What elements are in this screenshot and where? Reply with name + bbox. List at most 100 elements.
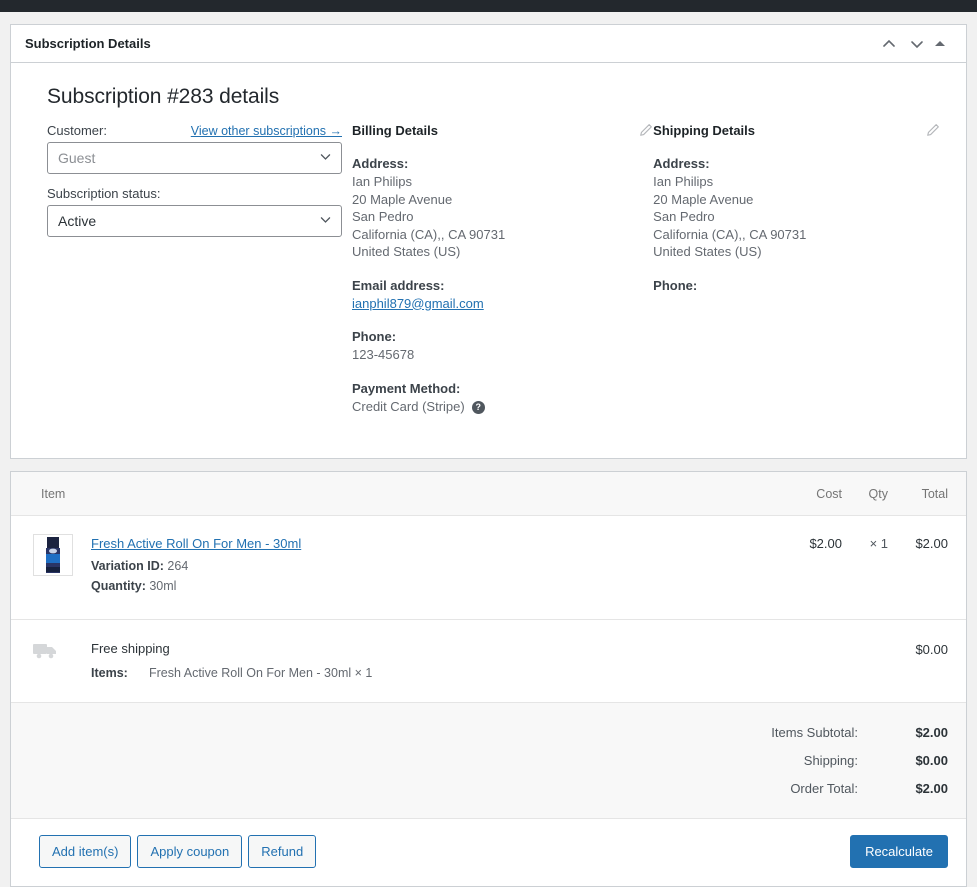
shipping-qty-blank (842, 640, 888, 642)
order-general-column: Customer: View other subscriptions → Gue… (47, 123, 352, 432)
order-total-value: $2.00 (858, 781, 948, 796)
column-header-cost: Cost (780, 487, 842, 501)
item-meta-variation: Variation ID: 264 (91, 559, 780, 573)
chevron-down-icon (319, 213, 332, 229)
order-items-panel: Item Cost Qty Total Fresh Active Roll On… (10, 471, 967, 887)
item-details: Fresh Active Roll On For Men - 30ml Vari… (91, 534, 780, 599)
shipping-row[interactable]: Free shipping Items: Fresh Active Roll O… (11, 620, 966, 703)
table-row[interactable]: Fresh Active Roll On For Men - 30ml Vari… (11, 516, 966, 620)
shipping-phone-block: Phone: (653, 278, 940, 293)
refund-button[interactable]: Refund (248, 835, 316, 868)
shipping-phone-label: Phone: (653, 278, 940, 293)
items-table-header: Item Cost Qty Total (11, 472, 966, 516)
panel-header-actions (876, 31, 954, 57)
product-thumbnail (33, 534, 73, 576)
variation-id-value: 264 (167, 559, 188, 573)
panel-title: Subscription Details (25, 36, 876, 51)
items-panel-actions: Add item(s) Apply coupon Refund Recalcul… (11, 819, 966, 886)
item-meta-quantity: Quantity: 30ml (91, 579, 780, 593)
shipping-items-row: Items: Fresh Active Roll On For Men - 30… (91, 666, 780, 680)
total-row-order-total: Order Total: $2.00 (11, 781, 948, 796)
item-total: $2.00 (888, 534, 948, 551)
shipping-total: $0.00 (888, 640, 948, 657)
item-qty: × 1 (842, 534, 888, 551)
shipping-items-value: Fresh Active Roll On For Men - 30ml × 1 (149, 666, 372, 680)
variation-id-label: Variation ID: (91, 559, 164, 573)
apply-coupon-button[interactable]: Apply coupon (137, 835, 242, 868)
customer-select-value: Guest (58, 150, 95, 166)
move-down-icon[interactable] (904, 31, 930, 57)
billing-email-label: Email address: (352, 278, 653, 293)
recalculate-button[interactable]: Recalculate (850, 835, 948, 868)
truck-icon (33, 640, 73, 665)
product-image (42, 537, 64, 573)
item-cost: $2.00 (780, 534, 842, 551)
customer-field-label: Customer: View other subscriptions → (47, 123, 342, 138)
billing-email-block: Email address: ianphil879@gmail.com (352, 278, 653, 313)
shipping-address-line: 20 Maple Avenue (653, 191, 940, 209)
panel-header: Subscription Details (11, 25, 966, 63)
items-subtotal-label: Items Subtotal: (771, 725, 858, 740)
shipping-cost-blank (780, 640, 842, 642)
billing-heading-text: Billing Details (352, 123, 438, 138)
column-header-qty: Qty (842, 487, 888, 501)
admin-bar (0, 0, 977, 12)
page-wrap: Subscription Details Subscription #283 d… (0, 24, 977, 887)
billing-address-line: Ian Philips (352, 173, 653, 191)
quantity-label: Quantity: (91, 579, 146, 593)
billing-address-block: Address: Ian Philips 20 Maple Avenue San… (352, 156, 653, 261)
shipping-address-label: Address: (653, 156, 940, 171)
customer-select[interactable]: Guest (47, 142, 342, 174)
order-columns: Customer: View other subscriptions → Gue… (47, 123, 940, 432)
shipping-address-line: San Pedro (653, 208, 940, 226)
toggle-panel-icon[interactable] (932, 31, 954, 57)
payment-method-block: Payment Method: Credit Card (Stripe)? (352, 381, 653, 416)
items-subtotal-value: $2.00 (858, 725, 948, 740)
subscription-status-select[interactable]: Active (47, 205, 342, 237)
shipping-address-line: United States (US) (653, 243, 940, 261)
shipping-total-value: $0.00 (858, 753, 948, 768)
help-icon[interactable]: ? (472, 401, 485, 414)
order-totals: Items Subtotal: $2.00 Shipping: $0.00 Or… (11, 703, 966, 819)
shipping-heading-text: Shipping Details (653, 123, 755, 138)
left-button-group: Add item(s) Apply coupon Refund (39, 835, 850, 868)
billing-heading: Billing Details (352, 123, 653, 140)
billing-phone-value: 123-45678 (352, 346, 653, 364)
status-select-value: Active (58, 213, 96, 229)
billing-address-line: United States (US) (352, 243, 653, 261)
view-other-subscriptions-link[interactable]: View other subscriptions → (191, 124, 342, 138)
add-items-button[interactable]: Add item(s) (39, 835, 131, 868)
product-name-link[interactable]: Fresh Active Roll On For Men - 30ml (91, 536, 301, 551)
billing-phone-label: Phone: (352, 329, 653, 344)
billing-address-value: Ian Philips 20 Maple Avenue San Pedro Ca… (352, 173, 653, 261)
shipping-total-label: Shipping: (804, 753, 858, 768)
billing-email-link[interactable]: ianphil879@gmail.com (352, 296, 484, 311)
shipping-items-label: Items: (91, 666, 149, 680)
payment-method-value: Credit Card (Stripe) (352, 399, 465, 414)
billing-address-line: California (CA),, CA 90731 (352, 226, 653, 244)
payment-method-label: Payment Method: (352, 381, 653, 396)
shipping-details-column: Shipping Details Address: Ian Philips 20… (653, 123, 940, 432)
column-header-item: Item (41, 487, 780, 501)
edit-billing-pencil-icon[interactable] (639, 123, 653, 140)
shipping-address-value: Ian Philips 20 Maple Avenue San Pedro Ca… (653, 173, 940, 261)
billing-address-label: Address: (352, 156, 653, 171)
status-label-text: Subscription status: (47, 186, 160, 201)
billing-phone-block: Phone: 123-45678 (352, 329, 653, 364)
shipping-address-line: California (CA),, CA 90731 (653, 226, 940, 244)
order-data-section: Subscription #283 details Customer: View… (11, 63, 966, 458)
billing-email-value: ianphil879@gmail.com (352, 295, 653, 313)
edit-shipping-pencil-icon[interactable] (926, 123, 940, 140)
total-row-items-subtotal: Items Subtotal: $2.00 (11, 725, 948, 740)
payment-method-value-row: Credit Card (Stripe)? (352, 398, 653, 416)
shipping-details: Free shipping Items: Fresh Active Roll O… (91, 640, 780, 680)
column-header-total: Total (888, 487, 948, 501)
total-row-shipping: Shipping: $0.00 (11, 753, 948, 768)
shipping-method-name: Free shipping (91, 641, 780, 656)
billing-details-column: Billing Details Address: Ian Philips 20 … (352, 123, 653, 432)
billing-address-line: 20 Maple Avenue (352, 191, 653, 209)
billing-address-line: San Pedro (352, 208, 653, 226)
subscription-details-panel: Subscription Details Subscription #283 d… (10, 24, 967, 459)
shipping-address-line: Ian Philips (653, 173, 940, 191)
move-up-icon[interactable] (876, 31, 902, 57)
